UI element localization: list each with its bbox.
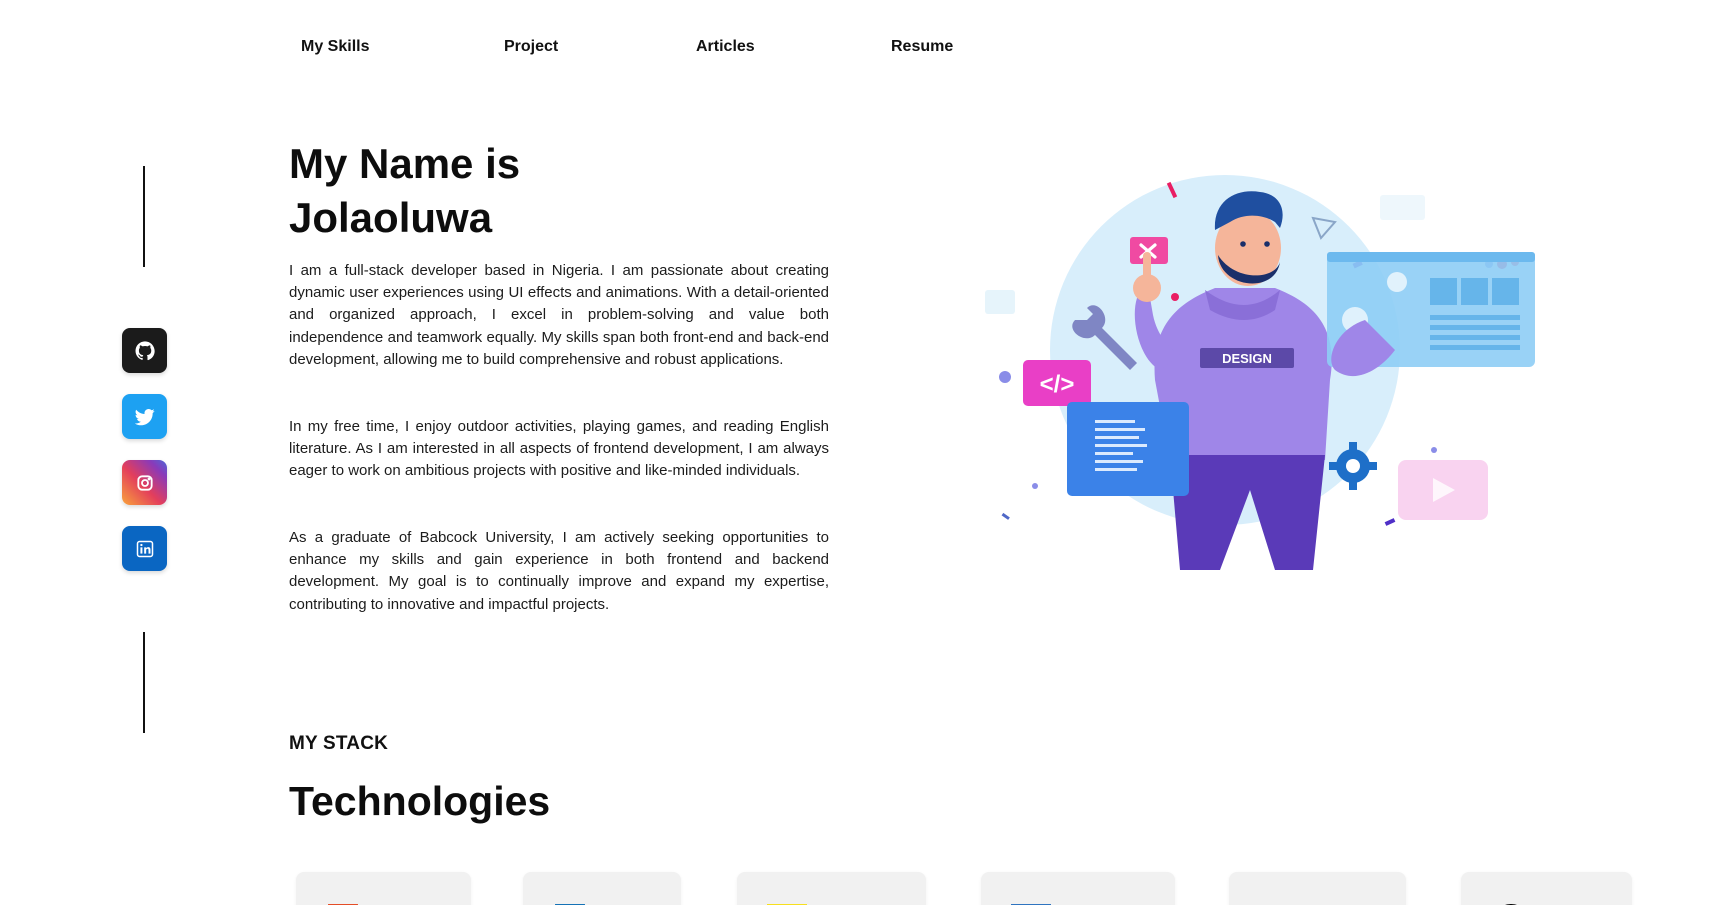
social-rail-top-line bbox=[143, 166, 145, 267]
nav-resume[interactable]: Resume bbox=[891, 38, 953, 56]
instagram-button[interactable] bbox=[122, 460, 167, 505]
tech-card-typescript[interactable] bbox=[981, 872, 1175, 905]
tech-card-css[interactable] bbox=[523, 872, 681, 905]
github-button[interactable] bbox=[122, 328, 167, 373]
about-paragraph-2: In my free time, I enjoy outdoor activit… bbox=[289, 418, 829, 480]
linkedin-icon bbox=[136, 540, 153, 557]
hero-title-name: Jolaoluwa bbox=[289, 194, 493, 241]
tech-card-html[interactable] bbox=[296, 872, 471, 905]
about-paragraph-3: As a graduate of Babcock University, I a… bbox=[289, 529, 829, 613]
nav-articles[interactable]: Articles bbox=[696, 38, 755, 56]
hero-title-line1: My Name is bbox=[289, 140, 521, 187]
nav-project[interactable]: Project bbox=[504, 38, 558, 56]
about-paragraph-1: I am a full-stack developer based in Nig… bbox=[289, 262, 829, 368]
tech-card-nextjs[interactable] bbox=[1461, 872, 1632, 905]
svg-text:DESIGN: DESIGN bbox=[1222, 351, 1272, 366]
github-icon bbox=[135, 340, 155, 360]
nav-my-skills[interactable]: My Skills bbox=[301, 38, 369, 56]
developer-illustration: DESIGN </> bbox=[985, 175, 1535, 570]
twitter-button[interactable] bbox=[122, 394, 167, 439]
section-heading: Technologies bbox=[289, 778, 551, 824]
twitter-icon bbox=[134, 408, 155, 425]
document-card-shape bbox=[1067, 402, 1189, 496]
section-label: MY STACK bbox=[289, 733, 389, 754]
social-rail-bottom-line bbox=[143, 632, 145, 733]
tech-card-javascript[interactable] bbox=[737, 872, 926, 905]
linkedin-button[interactable] bbox=[122, 526, 167, 571]
svg-text:</>: </> bbox=[1040, 371, 1075, 398]
tech-card-tailwind[interactable] bbox=[1229, 872, 1406, 905]
instagram-icon bbox=[136, 474, 153, 491]
hero-title: My Name is Jolaoluwa bbox=[289, 137, 809, 245]
